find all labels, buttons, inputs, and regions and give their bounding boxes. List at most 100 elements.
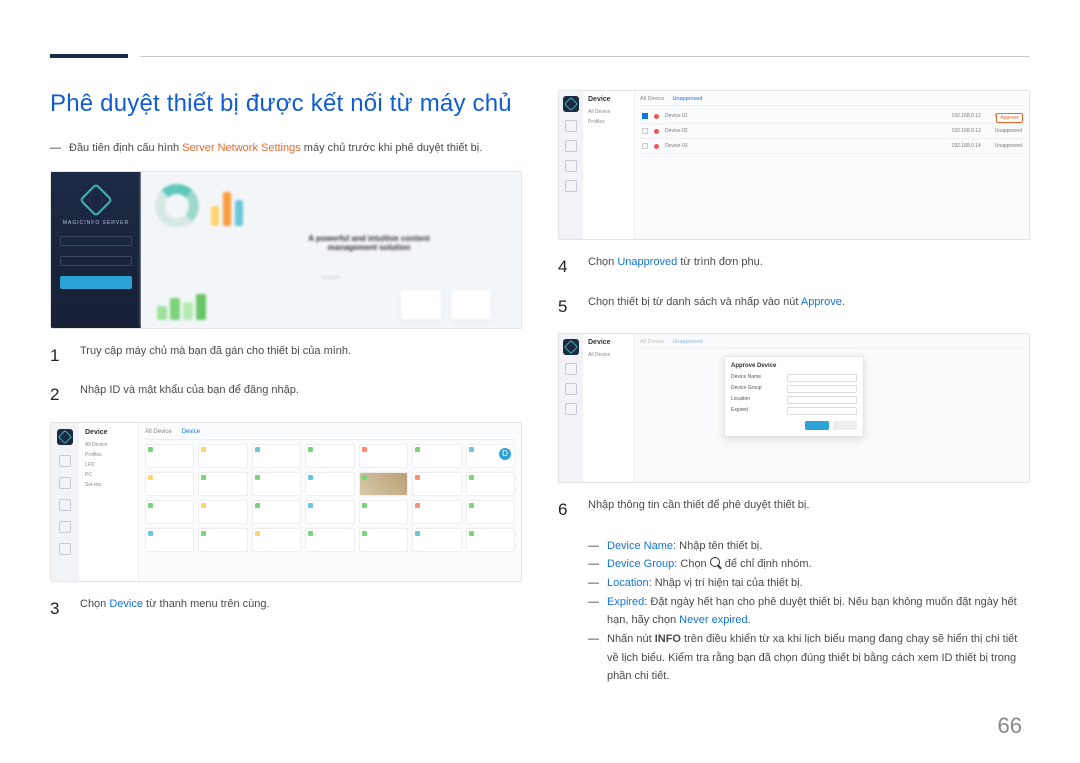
step-number: 6: [558, 497, 576, 523]
rail-icon[interactable]: [565, 120, 577, 132]
donut-chart-icon: [155, 184, 199, 228]
manual-page: Phê duyệt thiết bị được kết nối từ máy c…: [0, 0, 1080, 763]
device-tile[interactable]: [305, 444, 354, 468]
sidebar-item[interactable]: LFD: [85, 462, 132, 468]
approve-button[interactable]: Approve: [996, 113, 1023, 123]
screenshot-device-grid: Device All Device Profiles LFD PC Set-to…: [50, 422, 522, 582]
sidebar-item[interactable]: Profiles: [85, 452, 132, 458]
stat-card: [401, 290, 441, 320]
device-tile[interactable]: [412, 444, 461, 468]
rail-icon[interactable]: [59, 499, 71, 511]
sidebar-item[interactable]: Profiles: [588, 119, 629, 125]
step-4: 4 Chọn Unapproved từ trình đơn phụ.: [558, 254, 1030, 280]
device-tile[interactable]: [198, 472, 247, 496]
rail-icon[interactable]: [565, 160, 577, 172]
sidebar-title: Device: [588, 339, 629, 346]
approve-device-dialog: Approve Device Device Name Device Group …: [724, 356, 864, 437]
step-5: 5 Chọn thiết bị từ danh sách và nhấp vào…: [558, 294, 1030, 320]
step-number: 1: [50, 343, 68, 369]
login-sidebar: MAGICINFO SERVER: [51, 172, 141, 328]
tab-unapproved[interactable]: Unapproved: [672, 96, 702, 102]
screenshot-unapproved-list: Device All Device Profiles All Device Un…: [558, 90, 1030, 240]
device-tile[interactable]: [145, 472, 194, 496]
device-tile-badge[interactable]: [466, 444, 515, 468]
step-text: Nhập ID và mật khẩu của bạn để đăng nhập…: [80, 382, 522, 408]
tab-all-device[interactable]: All Device: [145, 429, 172, 435]
rail-icon[interactable]: [59, 521, 71, 533]
device-tile[interactable]: [252, 472, 301, 496]
step-1: 1 Truy cập máy chủ mà bạn đã gán cho thi…: [50, 343, 522, 369]
location-input[interactable]: [787, 396, 857, 404]
device-tile[interactable]: [466, 472, 515, 496]
tab-all-device[interactable]: All Device: [640, 96, 664, 102]
device-main: All Device Device: [139, 423, 521, 581]
device-tile[interactable]: [252, 528, 301, 552]
sidebar-title: Device: [588, 96, 629, 103]
sidebar-item[interactable]: All Device: [85, 442, 132, 448]
device-tile[interactable]: [252, 444, 301, 468]
sidebar-item[interactable]: PC: [85, 472, 132, 478]
device-tile[interactable]: [252, 500, 301, 524]
device-name-input[interactable]: [787, 374, 857, 382]
device-tile[interactable]: [412, 500, 461, 524]
device-tile[interactable]: [145, 500, 194, 524]
dialog-cancel-button[interactable]: [833, 421, 857, 430]
device-tile[interactable]: [198, 500, 247, 524]
rail-icon[interactable]: [59, 543, 71, 555]
device-tile[interactable]: [466, 500, 515, 524]
step-6: 6 Nhập thông tin cần thiết để phê duyệt …: [558, 497, 1030, 523]
device-tile[interactable]: [145, 444, 194, 468]
magnifier-icon: [710, 557, 722, 569]
rail-icon[interactable]: [565, 180, 577, 192]
intro-note: ― Đầu tiên định cấu hình Server Network …: [50, 140, 522, 157]
server-network-settings-link: Server Network Settings: [182, 142, 301, 154]
device-tile[interactable]: [305, 528, 354, 552]
device-tabs: All Device Device: [145, 429, 515, 440]
sidebar-item[interactable]: Set-top: [85, 482, 132, 488]
device-tile[interactable]: [412, 528, 461, 552]
unapproved-tabs: All Device Unapproved: [640, 96, 1024, 106]
device-tile[interactable]: [359, 528, 408, 552]
rail-icon[interactable]: [565, 363, 577, 375]
bullet-device-name: ― Device Name: Nhập tên thiết bị.: [588, 537, 1030, 556]
device-tile[interactable]: [198, 444, 247, 468]
rail-icon[interactable]: [565, 140, 577, 152]
app-rail: [51, 423, 79, 581]
device-tile[interactable]: [305, 472, 354, 496]
dialog-ok-button[interactable]: [805, 421, 829, 430]
login-user-input[interactable]: [60, 236, 132, 246]
approve-link: Approve: [801, 296, 842, 308]
device-tile-photo[interactable]: [359, 472, 408, 496]
rail-icon[interactable]: [565, 403, 577, 415]
sidebar-item[interactable]: All Device: [588, 352, 629, 358]
table-row[interactable]: Device-02192.168.0.13Unapproved: [640, 124, 1024, 139]
device-tile[interactable]: [412, 472, 461, 496]
expired-input[interactable]: [787, 407, 857, 415]
table-row[interactable]: Device-01192.168.0.12Unapproved: [640, 109, 1024, 124]
rail-icon[interactable]: [59, 455, 71, 467]
dashboard-caption: A powerful and intuitive contentmanageme…: [231, 234, 507, 252]
device-tile[interactable]: [305, 500, 354, 524]
bar-chart-icon: [211, 186, 243, 226]
device-tile[interactable]: [198, 528, 247, 552]
device-group-input[interactable]: [787, 385, 857, 393]
row-checkbox[interactable]: [642, 128, 648, 134]
device-tile-grid: [145, 444, 515, 552]
screenshot-dashboard-login: MAGICINFO SERVER A powerful and intuitiv…: [50, 171, 522, 329]
tab-device[interactable]: Device: [182, 429, 200, 435]
step-text: Chọn thiết bị từ danh sách và nhấp vào n…: [588, 294, 1030, 320]
step-number: 5: [558, 294, 576, 320]
login-password-input[interactable]: [60, 256, 132, 266]
device-tile[interactable]: [145, 528, 194, 552]
bullet-info-note: ― Nhấn nút INFO trên điều khiển từ xa kh…: [588, 630, 1030, 686]
rail-icon[interactable]: [565, 383, 577, 395]
row-checkbox[interactable]: [642, 143, 648, 149]
device-tile[interactable]: [359, 500, 408, 524]
device-tile[interactable]: [466, 528, 515, 552]
row-checkbox[interactable]: [642, 113, 648, 119]
sidebar-item[interactable]: All Device: [588, 109, 629, 115]
login-submit-button[interactable]: [60, 276, 132, 289]
table-row[interactable]: Device-03192.168.0.14Unapproved: [640, 139, 1024, 154]
rail-icon[interactable]: [59, 477, 71, 489]
device-tile[interactable]: [359, 444, 408, 468]
